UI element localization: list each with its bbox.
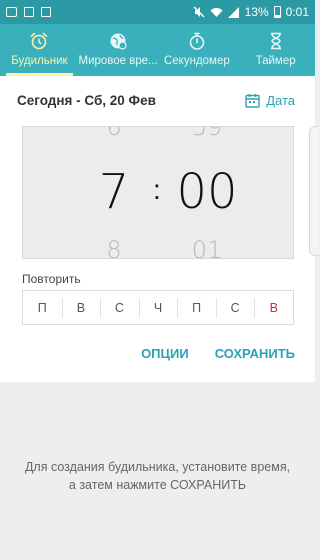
tab-bar: Будильник Мировое вре... Секундомер Тайм…: [0, 24, 315, 76]
day-sunday[interactable]: В: [254, 297, 293, 318]
tab-label: Секундомер: [163, 55, 230, 67]
screenshot-icon: [41, 7, 51, 17]
alarm-clock-icon: [29, 30, 49, 52]
tab-label: Будильник: [11, 55, 68, 67]
time-picker: 6 7 8 : 59 00 01: [22, 126, 294, 259]
screenshot-icon: [24, 7, 34, 17]
hour-prev[interactable]: 6: [99, 127, 129, 141]
gallery-icon: [6, 7, 17, 17]
day-wednesday[interactable]: С: [100, 297, 139, 318]
mute-icon: [193, 6, 205, 18]
hour-next[interactable]: 8: [99, 236, 129, 258]
day-thursday[interactable]: Ч: [138, 297, 178, 318]
minute-next[interactable]: 01: [183, 236, 231, 258]
clock-time: 0:01: [285, 5, 309, 19]
save-button[interactable]: СОХРАНИТЬ: [215, 346, 295, 361]
tab-world-clock[interactable]: Мировое вре...: [79, 24, 158, 76]
day-monday[interactable]: П: [23, 301, 62, 315]
date-button[interactable]: Дата: [245, 93, 295, 108]
date-row: Сегодня - Сб, 20 Фев Дата: [17, 93, 295, 108]
alarm-actions: ОПЦИИ СОХРАНИТЬ: [141, 346, 295, 361]
alarm-list-empty: Для создания будильника, установите врем…: [0, 382, 315, 560]
minute-value[interactable]: 00: [169, 164, 245, 220]
calendar-icon: [245, 94, 260, 108]
repeat-days: П В С Ч П С В: [22, 290, 294, 325]
tab-stopwatch[interactable]: Секундомер: [158, 24, 237, 76]
day-saturday[interactable]: С: [215, 297, 255, 318]
signal-icon: [227, 6, 239, 18]
status-bar: 13% 0:01: [0, 0, 315, 24]
wifi-icon: [210, 7, 223, 17]
options-button[interactable]: ОПЦИИ: [141, 346, 189, 361]
minute-prev[interactable]: 59: [183, 127, 231, 141]
battery-icon: [273, 6, 281, 18]
next-card-edge: [309, 126, 319, 256]
tab-label: Мировое вре...: [78, 55, 158, 67]
alarm-date: Сегодня - Сб, 20 Фев: [17, 93, 156, 108]
alarm-editor: Сегодня - Сб, 20 Фев Дата 6 7 8 : 59 00 …: [0, 76, 315, 382]
stopwatch-icon: [187, 30, 207, 52]
globe-clock-icon: [108, 30, 128, 52]
hour-value[interactable]: 7: [91, 164, 137, 220]
day-tuesday[interactable]: В: [61, 297, 101, 318]
empty-message: Для создания будильника, установите врем…: [24, 460, 291, 492]
battery-percent: 13%: [244, 5, 269, 19]
tab-alarm[interactable]: Будильник: [0, 24, 79, 76]
repeat-label: Повторить: [22, 272, 81, 286]
tab-timer[interactable]: Таймер: [236, 24, 315, 76]
hourglass-icon: [266, 30, 286, 52]
day-friday[interactable]: П: [177, 297, 216, 318]
date-button-label: Дата: [266, 93, 295, 108]
time-separator: :: [153, 174, 161, 205]
tab-label: Таймер: [255, 55, 296, 67]
